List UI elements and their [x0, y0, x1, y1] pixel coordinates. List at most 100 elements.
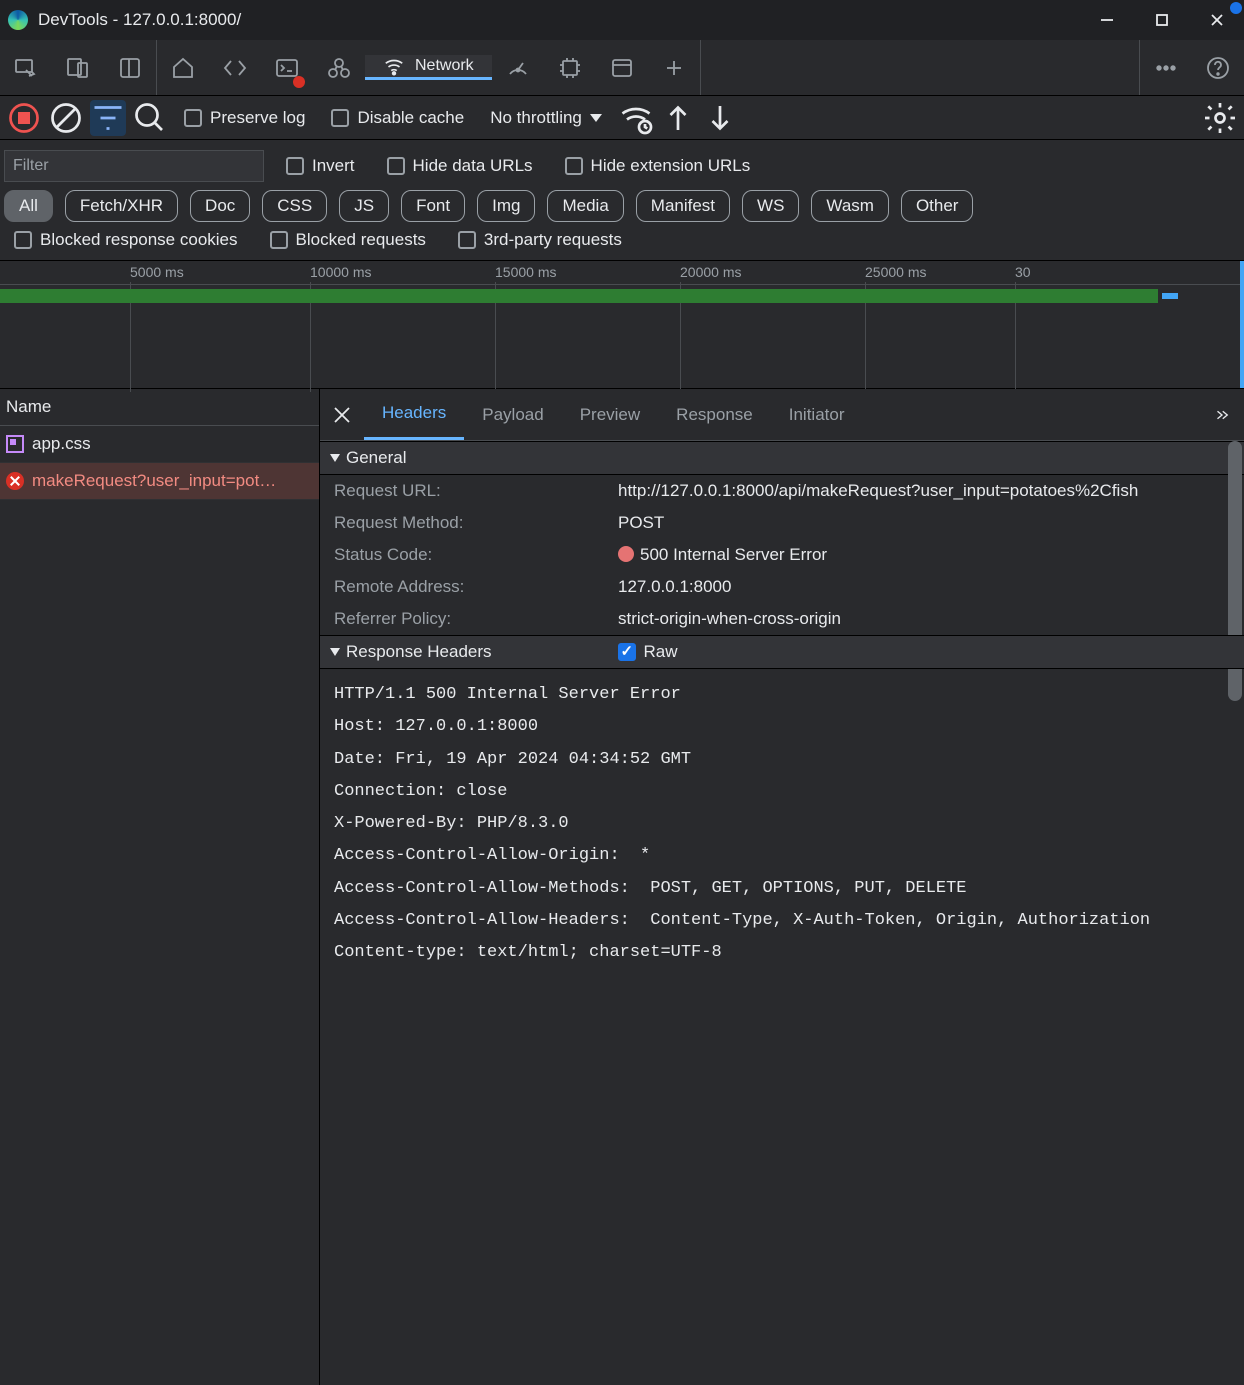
disable-cache-checkbox[interactable]: Disable cache — [321, 108, 474, 128]
checkbox-icon — [184, 109, 202, 127]
network-tab[interactable]: Network — [365, 55, 492, 80]
checkbox-icon — [286, 157, 304, 175]
timeline-tick: 30 — [1015, 264, 1031, 280]
request-name: app.css — [32, 434, 91, 454]
window-title: DevTools - 127.0.0.1:8000/ — [38, 10, 1079, 30]
console-tab[interactable] — [261, 40, 313, 96]
filter-type-fetchxhr[interactable]: Fetch/XHR — [65, 190, 178, 222]
list-header-name[interactable]: Name — [0, 389, 319, 426]
elements-tab[interactable] — [209, 40, 261, 96]
more-tabs-button[interactable] — [1200, 406, 1244, 424]
filter-type-ws[interactable]: WS — [742, 190, 799, 222]
hide-data-urls-checkbox[interactable]: Hide data URLs — [377, 156, 543, 176]
network-conditions-button[interactable] — [618, 100, 654, 136]
detail-tab-initiator[interactable]: Initiator — [771, 389, 863, 440]
request-method-key: Request Method: — [334, 513, 614, 533]
console-error-badge-icon — [293, 76, 305, 88]
disable-cache-label: Disable cache — [357, 108, 464, 128]
filter-toggle-button[interactable] — [90, 100, 126, 136]
search-button[interactable] — [132, 100, 168, 136]
blocked-cookies-checkbox[interactable]: Blocked response cookies — [4, 230, 248, 250]
detail-tab-preview[interactable]: Preview — [562, 389, 658, 440]
filter-type-font[interactable]: Font — [401, 190, 465, 222]
devtools-main-toolbar: Network — [0, 40, 1244, 96]
timeline-tick: 15000 ms — [495, 264, 556, 280]
network-timeline[interactable]: 5000 ms10000 ms15000 ms20000 ms25000 ms3… — [0, 261, 1244, 389]
checkbox-icon — [270, 231, 288, 249]
export-har-button[interactable] — [702, 100, 738, 136]
request-row[interactable]: makeRequest?user_input=pot… — [0, 463, 319, 500]
hide-extension-urls-checkbox[interactable]: Hide extension URLs — [555, 156, 761, 176]
invert-label: Invert — [312, 156, 355, 176]
status-code-text: 500 Internal Server Error — [640, 545, 827, 564]
more-options-button[interactable] — [1140, 40, 1192, 96]
chevron-down-icon — [590, 114, 602, 122]
collapse-icon — [330, 648, 340, 656]
request-name: makeRequest?user_input=pot… — [32, 471, 276, 491]
error-icon — [6, 472, 24, 490]
timeline-tick: 10000 ms — [310, 264, 371, 280]
minimize-button[interactable] — [1079, 0, 1134, 40]
blocked-cookies-label: Blocked response cookies — [40, 230, 238, 250]
remote-address-value: 127.0.0.1:8000 — [618, 577, 1230, 597]
memory-tab[interactable] — [544, 40, 596, 96]
raw-headers-checkbox[interactable]: Raw — [608, 642, 688, 662]
timeline-tick: 25000 ms — [865, 264, 926, 280]
request-row[interactable]: app.css — [0, 426, 319, 463]
add-tab-button[interactable] — [648, 40, 700, 96]
status-code-value: 500 Internal Server Error — [618, 545, 1230, 565]
filter-type-img[interactable]: Img — [477, 190, 535, 222]
filter-type-wasm[interactable]: Wasm — [811, 190, 889, 222]
stylesheet-icon — [6, 435, 24, 453]
filter-type-css[interactable]: CSS — [262, 190, 327, 222]
edge-logo-icon — [8, 10, 28, 30]
detail-tab-payload[interactable]: Payload — [464, 389, 561, 440]
referrer-policy-key: Referrer Policy: — [334, 609, 614, 629]
general-section-header[interactable]: General — [320, 441, 1244, 475]
checkbox-icon — [458, 231, 476, 249]
inspect-element-button[interactable] — [0, 40, 52, 96]
hide-data-label: Hide data URLs — [413, 156, 533, 176]
checkbox-icon — [331, 109, 349, 127]
network-tab-label: Network — [415, 57, 474, 75]
hide-ext-label: Hide extension URLs — [591, 156, 751, 176]
window-titlebar: DevTools - 127.0.0.1:8000/ — [0, 0, 1244, 40]
request-method-value: POST — [618, 513, 1230, 533]
import-har-button[interactable] — [660, 100, 696, 136]
preserve-log-checkbox[interactable]: Preserve log — [174, 108, 315, 128]
general-title: General — [346, 448, 406, 468]
welcome-tab[interactable] — [157, 40, 209, 96]
preserve-log-label: Preserve log — [210, 108, 305, 128]
response-headers-section-header[interactable]: Response Headers Raw — [320, 635, 1244, 669]
filter-type-other[interactable]: Other — [901, 190, 974, 222]
blocked-requests-checkbox[interactable]: Blocked requests — [260, 230, 436, 250]
device-toolbar-button[interactable] — [52, 40, 104, 96]
detail-tab-response[interactable]: Response — [658, 389, 771, 440]
performance-tab[interactable] — [492, 40, 544, 96]
filter-type-manifest[interactable]: Manifest — [636, 190, 730, 222]
request-detail-panel: HeadersPayloadPreviewResponseInitiator G… — [320, 389, 1244, 1385]
timeline-tick: 5000 ms — [130, 264, 184, 280]
throttling-select[interactable]: No throttling — [480, 108, 612, 128]
filter-type-all[interactable]: All — [4, 190, 53, 222]
collapse-icon — [330, 454, 340, 462]
detail-tab-headers[interactable]: Headers — [364, 389, 464, 440]
record-button[interactable] — [6, 100, 42, 136]
clear-button[interactable] — [48, 100, 84, 136]
filter-input[interactable] — [4, 150, 264, 182]
dock-side-button[interactable] — [104, 40, 156, 96]
network-settings-button[interactable] — [1202, 100, 1238, 136]
filter-type-doc[interactable]: Doc — [190, 190, 250, 222]
invert-checkbox[interactable]: Invert — [276, 156, 365, 176]
filter-type-js[interactable]: JS — [339, 190, 389, 222]
help-button[interactable] — [1192, 40, 1244, 96]
response-headers-title: Response Headers — [346, 642, 492, 662]
sources-tab[interactable] — [313, 40, 365, 96]
status-error-icon — [618, 546, 634, 562]
close-detail-button[interactable] — [320, 406, 364, 424]
third-party-checkbox[interactable]: 3rd-party requests — [448, 230, 632, 250]
application-tab[interactable] — [596, 40, 648, 96]
checkbox-icon — [565, 157, 583, 175]
maximize-button[interactable] — [1134, 0, 1189, 40]
filter-type-media[interactable]: Media — [547, 190, 623, 222]
